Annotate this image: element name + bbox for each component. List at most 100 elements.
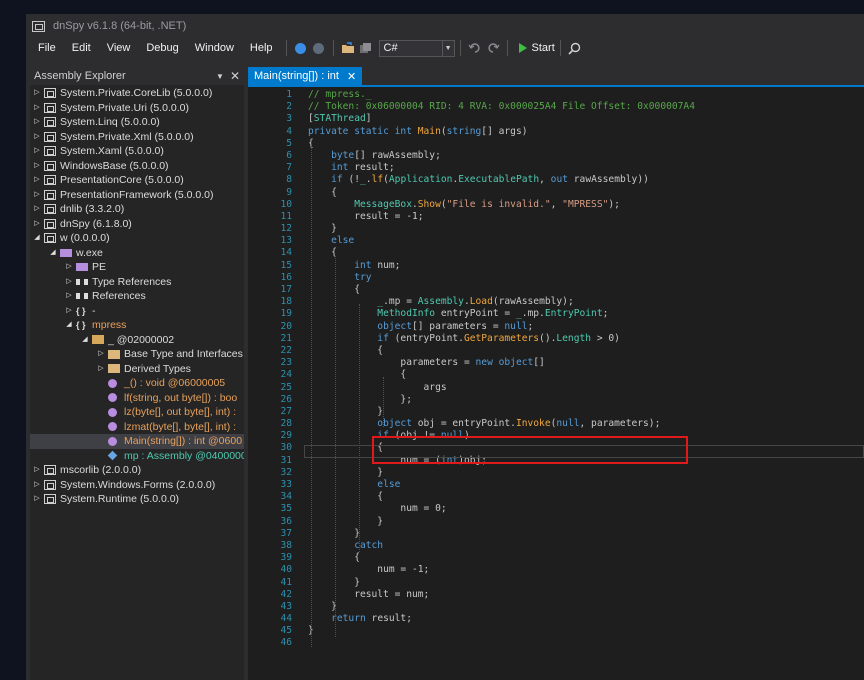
tab-main-method[interactable]: Main(string[]) : int ✕ [248,67,363,85]
undo-icon[interactable] [468,41,482,55]
collapsed-triangle-icon[interactable]: ▷ [32,188,42,203]
collapsed-triangle-icon[interactable]: ▷ [32,144,42,159]
tree-node[interactable]: ▷ System.Private.Xml (5.0.0.0) [30,130,244,145]
menu-help[interactable]: Help [242,42,281,54]
collapsed-triangle-icon[interactable]: ▷ [64,275,74,290]
open-folder-icon[interactable] [341,41,355,55]
line-number: 16 [280,271,292,283]
assembly-icon [44,189,56,200]
tree-node[interactable]: ◢ w.exe [30,246,244,261]
tree-node-label: mpress [92,319,127,331]
tree-node[interactable]: ▷{ } - [30,304,244,319]
language-select[interactable]: C# ▼ [378,39,455,57]
forward-icon[interactable] [312,41,326,55]
line-number: 40 [280,564,292,576]
code-token: num = -1; [308,564,430,576]
tree-node[interactable]: ▷ System.Xaml (5.0.0.0) [30,144,244,159]
collapsed-triangle-icon[interactable]: ▷ [32,86,42,101]
code-token: ; [602,308,609,320]
tree-node[interactable]: ◢ _ @02000002 [30,333,244,348]
tree-node[interactable]: ▷ References [30,289,244,304]
close-icon[interactable]: ✕ [230,69,240,83]
code-line: } [308,467,864,479]
collapsed-triangle-icon[interactable]: ▷ [32,463,42,478]
expanded-triangle-icon[interactable]: ◢ [32,231,42,246]
tree-node[interactable]: lzmat(byte[], byte[], int) : [30,420,244,435]
code-line: return result; [308,613,864,625]
tree-node[interactable]: ◢ w (0.0.0.0) [30,231,244,246]
expanded-triangle-icon[interactable]: ◢ [64,318,74,333]
tree-node[interactable]: ▷ Base Type and Interfaces [30,347,244,362]
tree-node[interactable]: ▷ Derived Types [30,362,244,377]
collapsed-triangle-icon[interactable]: ▷ [32,159,42,174]
code-editor[interactable]: 1 2 3 4 5 6 7 8 9 10 11 12 13 14 15 16 17 18 19 20 21 22 23 24 2… [248,87,864,680]
code-area[interactable]: // mpress._// Token: 0x06000004 RID: 4 R… [308,89,864,650]
collapsed-triangle-icon[interactable]: ▷ [32,101,42,116]
collapsed-triangle-icon[interactable]: ▷ [64,289,74,304]
menu-debug[interactable]: Debug [138,42,186,54]
code-token: "MPRESS" [562,198,609,210]
close-tab-icon[interactable]: ✕ [347,70,356,83]
tree-node[interactable]: mp : Assembly @0400000 [30,449,244,464]
tree-node[interactable]: ▷ PresentationCore (5.0.0.0) [30,173,244,188]
tree-node[interactable]: ▷ System.Windows.Forms (2.0.0.0) [30,478,244,493]
code-token: "File is invalid." [446,198,551,210]
code-token: } [308,515,384,527]
code-line: { [308,284,864,296]
expanded-triangle-icon[interactable]: ◢ [48,246,58,261]
collapsed-triangle-icon[interactable]: ▷ [64,304,74,319]
code-token: if [308,174,349,186]
tree-node[interactable]: ◢{ } mpress [30,318,244,333]
line-number: 25 [280,381,292,393]
tree-node[interactable]: ▷ Type References [30,275,244,290]
collapsed-triangle-icon[interactable]: ▷ [32,478,42,493]
tree-node[interactable]: ▷ WindowsBase (5.0.0.0) [30,159,244,174]
tree-node-label: System.Private.Xml (5.0.0.0) [60,130,194,143]
expanded-triangle-icon[interactable]: ◢ [80,333,90,348]
indent-guide [359,304,360,552]
tree-node[interactable]: _() : void @06000005 [30,376,244,391]
tree-node[interactable]: ▷ PresentationFramework (5.0.0.0) [30,188,244,203]
search-icon[interactable] [568,41,582,55]
collapsed-triangle-icon[interactable]: ▷ [32,173,42,188]
line-number: 18 [280,296,292,308]
line-number: 15 [280,259,292,271]
collapsed-triangle-icon[interactable]: ▷ [96,362,106,377]
line-number: 46 [280,637,292,649]
menu-window[interactable]: Window [187,42,242,54]
assembly-icon [44,233,56,244]
menu-view[interactable]: View [99,42,139,54]
toolbar-separator [285,40,287,56]
line-number: 12 [280,223,292,235]
back-icon[interactable] [294,41,308,55]
tree-node[interactable]: lf(string, out byte[]) : boo [30,391,244,406]
panel-menu-chevron-icon[interactable]: ▼ [216,72,224,81]
tree-node[interactable]: ▷ mscorlib (2.0.0.0) [30,463,244,478]
redo-icon[interactable] [486,41,500,55]
collapsed-triangle-icon[interactable]: ▷ [64,260,74,275]
menu-file[interactable]: File [30,42,64,54]
tree-node[interactable]: ▷ System.Private.CoreLib (5.0.0.0) [30,86,244,101]
assembly-icon [44,479,56,490]
collapsed-triangle-icon[interactable]: ▷ [32,217,42,232]
tree-node[interactable]: ▷ System.Private.Uri (5.0.0.0) [30,101,244,116]
code-token: } [308,600,337,612]
menu-edit[interactable]: Edit [64,42,99,54]
tree-node[interactable]: ▷ PE [30,260,244,275]
tree-node[interactable]: ▷ System.Linq (5.0.0.0) [30,115,244,130]
collapsed-triangle-icon[interactable]: ▷ [96,347,106,362]
line-number: 9 [286,186,292,198]
collapsed-triangle-icon[interactable]: ▷ [32,202,42,217]
start-button[interactable]: Start [518,42,555,54]
collapsed-triangle-icon[interactable]: ▷ [32,115,42,130]
collapsed-triangle-icon[interactable]: ▷ [32,492,42,507]
collapsed-triangle-icon[interactable]: ▷ [32,130,42,145]
assembly-icon [44,218,56,229]
code-token: [] parameters = [411,320,505,332]
tree-node[interactable]: ▷ System.Runtime (5.0.0.0) [30,492,244,507]
tree-node[interactable]: ▷ dnlib (3.3.2.0) [30,202,244,217]
save-all-icon[interactable] [359,41,373,55]
tree-node[interactable]: Main(string[]) : int @0600 [30,434,244,449]
tree-node[interactable]: lz(byte[], out byte[], int) : [30,405,244,420]
tree-node[interactable]: ▷ dnSpy (6.1.8.0) [30,217,244,232]
